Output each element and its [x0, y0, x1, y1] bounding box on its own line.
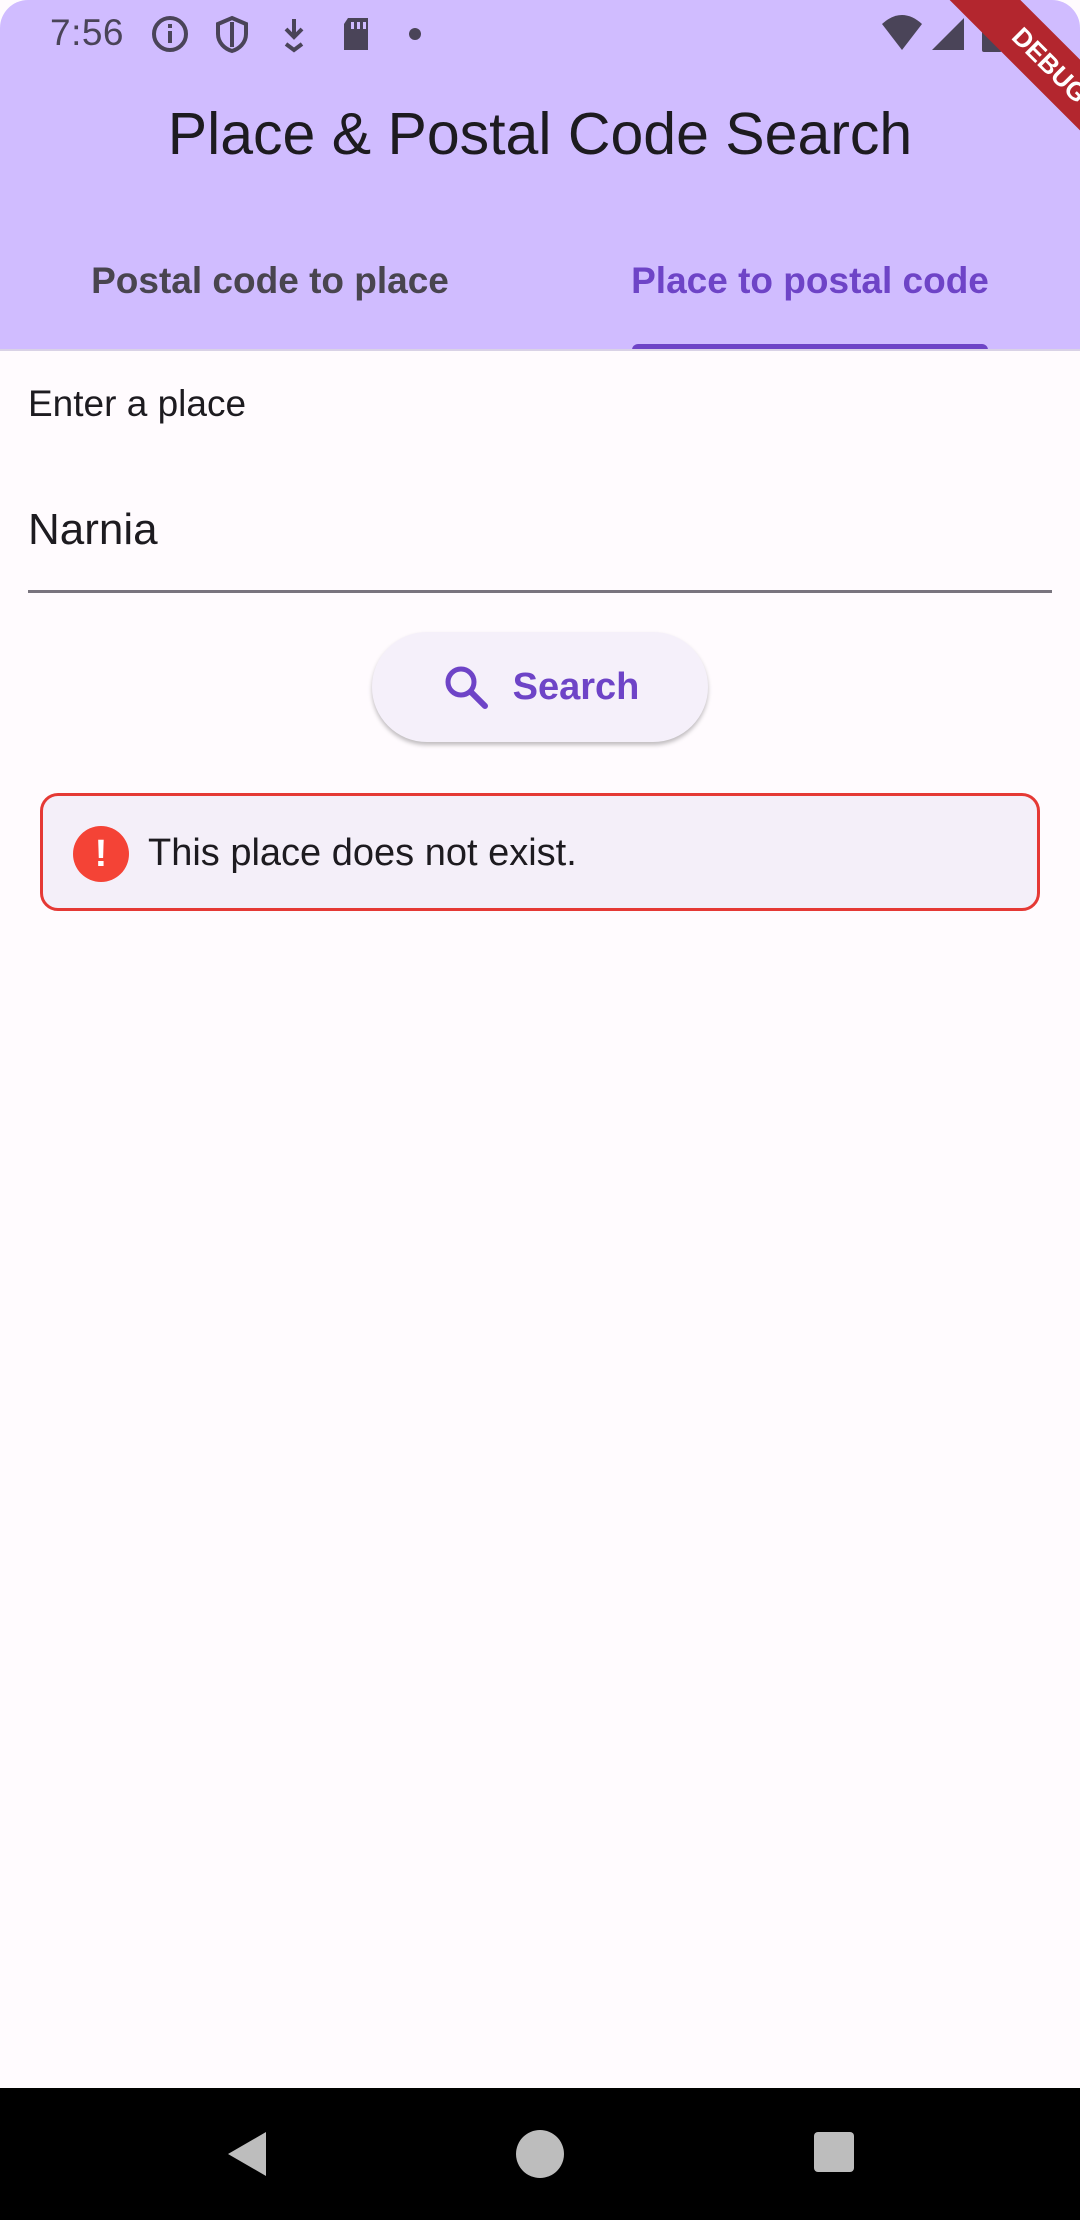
place-field-label: Enter a place [28, 383, 247, 424]
wifi-icon [882, 15, 922, 50]
search-icon [445, 666, 488, 709]
tab-place-to-postal-code[interactable]: Place to postal code [540, 260, 1080, 320]
tab-postal-code-to-place[interactable]: Postal code to place [0, 260, 540, 320]
system-nav-bar [0, 2088, 1080, 2220]
back-icon[interactable] [224, 2128, 272, 2180]
place-input[interactable] [28, 495, 1052, 565]
recents-icon[interactable] [812, 2128, 856, 2176]
tab-divider [0, 349, 1080, 351]
error-message-card: ! This place does not exist. [40, 793, 1040, 911]
page-title: Place & Postal Code Search [167, 101, 913, 167]
error-message-text: This place does not exist. [148, 832, 577, 874]
search-button[interactable]: Search [372, 632, 708, 742]
dot-icon [409, 28, 421, 40]
error-icon: ! [73, 826, 129, 882]
search-button-label: Search [512, 665, 640, 708]
status-time: 7:56 [50, 12, 125, 53]
app-bar: 7:56 DEBUG Place & Postal Code Search Po… [0, 0, 1080, 350]
home-icon[interactable] [514, 2128, 566, 2180]
signal-icon [932, 18, 964, 50]
place-input-underline [28, 590, 1052, 593]
tab-bar: Postal code to place Place to postal cod… [0, 240, 1080, 350]
shield-icon [216, 15, 248, 54]
sd-card-icon [344, 18, 368, 50]
info-icon [152, 16, 188, 52]
download-icon [284, 19, 304, 53]
status-bar: 7:56 [0, 0, 1080, 66]
